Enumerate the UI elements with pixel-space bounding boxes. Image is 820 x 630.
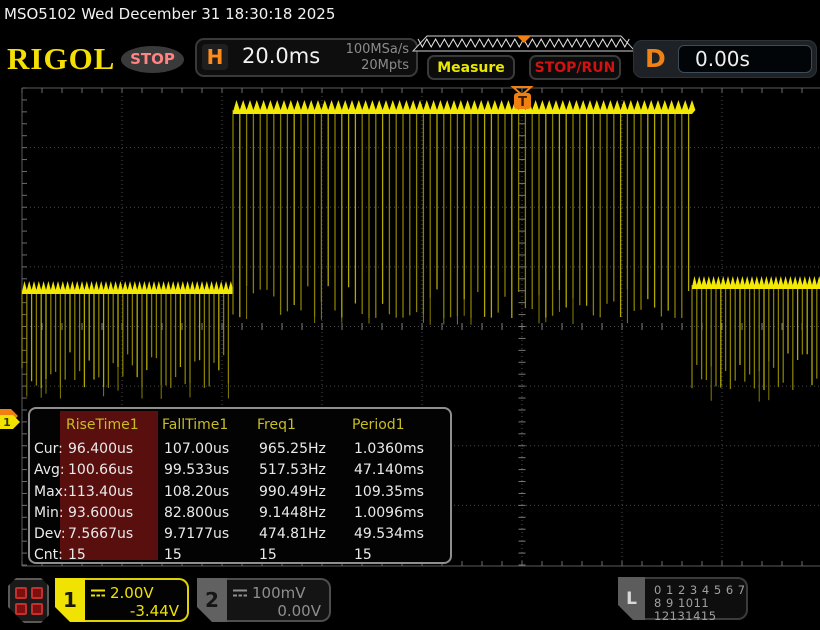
logic-row-8-15: 8 9 1011 12131415 [654,597,746,623]
measure-value: 108.20us [162,482,257,503]
menu-icon-square [31,587,43,599]
measure-value: 1.0360ms [352,439,446,460]
measure-value: 1.0096ms [352,503,446,524]
oscilloscope-screen: MSO5102 Wed December 31 18:30:18 2025 RI… [0,0,820,630]
measure-value: 100.66us [66,460,162,481]
measure-value: 517.53Hz [257,460,352,481]
channel1-scale: 2.00V [110,584,154,602]
measure-value: 15 [352,545,446,564]
dc-coupling-icon [91,588,105,598]
menu-icon-square [15,603,27,615]
channel2-info: 100mV 0.00V [227,578,331,622]
trigger-marker-label: T [518,95,527,110]
channel1-position-marker[interactable]: 1 [0,409,20,429]
dc-coupling-icon [233,588,247,598]
measurement-table: RiseTime1FallTime1Freq1Period1 Cur:96.400… [32,413,446,564]
channel1-marker-label: 1 [3,416,11,429]
measure-corner-cell [32,413,66,439]
logic-analyzer-badge[interactable]: L 0 1 2 3 4 5 6 7 8 9 1011 12131415 [618,577,748,620]
menu-icon-square [31,603,43,615]
measure-value: 7.5667us [66,524,162,545]
measure-value: 82.800us [162,503,257,524]
channel1-badge[interactable]: 1 2.00V -3.44V [55,578,189,622]
logic-label: L [618,577,645,620]
waveform-top-band [692,276,820,289]
measure-col-header[interactable]: Period1 [352,413,446,439]
channel2-scale: 100mV [252,584,306,602]
measure-row-label: Cnt: [32,545,66,564]
measure-row-label: Dev: [32,524,66,545]
measure-value: 93.600us [66,503,162,524]
logic-channels: 0 1 2 3 4 5 6 7 8 9 1011 12131415 [645,577,748,620]
measure-value: 9.1448Hz [257,503,352,524]
channel2-badge[interactable]: 2 100mV 0.00V [197,578,331,622]
measure-row-label: Max: [32,482,66,503]
channel2-number: 2 [197,578,227,622]
measure-value: 96.400us [66,439,162,460]
measure-value: 965.25Hz [257,439,352,460]
measure-value: 109.35ms [352,482,446,503]
measurement-panel: RiseTime1FallTime1Freq1Period1 Cur:96.400… [28,407,452,564]
channel2-offset: 0.00V [233,602,321,620]
channel1-offset: -3.44V [91,602,179,620]
measure-value: 107.00us [162,439,257,460]
channel1-number: 1 [55,578,85,622]
waveform-top-band [233,100,695,114]
waveform-ch1 [22,100,820,402]
measure-row-label: Cur: [32,439,66,460]
measure-value: 990.49Hz [257,482,352,503]
measure-value: 474.81Hz [257,524,352,545]
channel1-info: 2.00V -3.44V [85,578,189,622]
measure-row-label: Avg: [32,460,66,481]
measure-row-label: Min: [32,503,66,524]
measure-value: 15 [66,545,162,564]
measure-value: 49.534ms [352,524,446,545]
measure-value: 9.7177us [162,524,257,545]
measure-col-header[interactable]: FallTime1 [162,413,257,439]
measure-value: 47.140ms [352,460,446,481]
measure-col-header[interactable]: Freq1 [257,413,352,439]
measure-value: 15 [162,545,257,564]
waveform-top-band [22,281,233,294]
measure-value: 99.533us [162,460,257,481]
measure-col-header[interactable]: RiseTime1 [66,413,162,439]
measure-value: 15 [257,545,352,564]
measure-value: 113.40us [66,482,162,503]
menu-icon-square [15,587,27,599]
